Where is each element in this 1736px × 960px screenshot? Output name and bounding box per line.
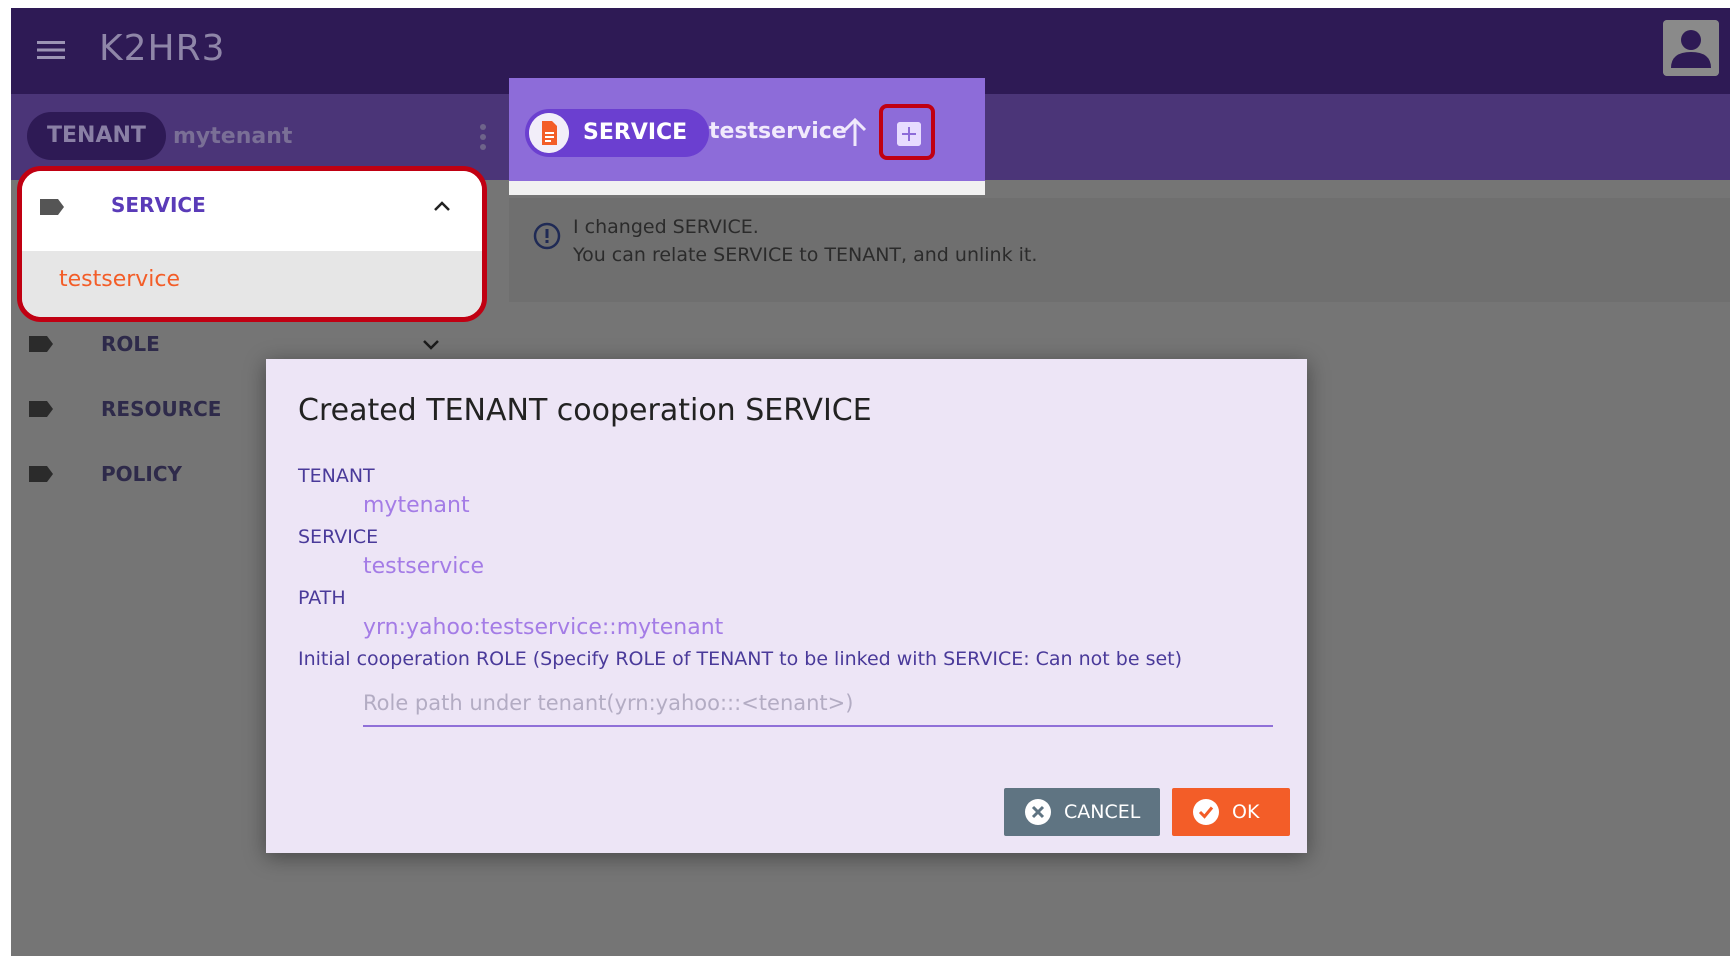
ok-button-label: OK xyxy=(1232,801,1260,823)
path-label: PATH xyxy=(298,587,346,609)
service-chip[interactable]: SERVICE xyxy=(525,109,710,157)
add-box-icon xyxy=(897,122,921,146)
cancel-button-label: CANCEL xyxy=(1064,801,1141,823)
sidebar-item-label: SERVICE xyxy=(111,193,206,217)
chevron-up-icon[interactable] xyxy=(432,199,452,213)
tenant-chip[interactable]: TENANT xyxy=(27,112,166,160)
info-message-line1: I changed SERVICE. xyxy=(573,216,759,238)
path-value: yrn:yahoo:testservice::mytenant xyxy=(363,615,724,640)
app-title: K2HR3 xyxy=(99,28,226,69)
service-name: testservice xyxy=(709,119,847,144)
info-icon xyxy=(533,222,561,250)
service-toolbar: SERVICE testservice xyxy=(509,78,985,181)
tenant-label: TENANT xyxy=(298,465,375,487)
tenant-value: mytenant xyxy=(363,493,470,518)
chevron-down-icon[interactable] xyxy=(421,338,441,352)
account-icon[interactable] xyxy=(1663,20,1719,76)
cancel-icon xyxy=(1025,799,1051,825)
sidebar-item-label: POLICY xyxy=(101,462,183,486)
sidebar-item-label: ROLE xyxy=(101,332,160,356)
sidebar-service-group: SERVICE testservice xyxy=(17,166,487,322)
service-chip-label: SERVICE xyxy=(583,120,688,145)
create-cooperation-dialog: Created TENANT cooperation SERVICE TENAN… xyxy=(266,359,1307,853)
sidebar-item-label: RESOURCE xyxy=(101,397,222,421)
info-message-panel: I changed SERVICE. You can relate SERVIC… xyxy=(509,198,1730,302)
role-label: Initial cooperation ROLE (Specify ROLE o… xyxy=(298,648,1183,670)
add-service-button[interactable] xyxy=(879,104,935,160)
cancel-button[interactable]: CANCEL xyxy=(1004,788,1160,836)
label-icon xyxy=(40,199,64,215)
menu-icon[interactable] xyxy=(35,34,67,66)
arrow-up-icon[interactable] xyxy=(839,116,871,150)
service-toolbar-bottom xyxy=(509,181,985,195)
service-label: SERVICE xyxy=(298,526,379,548)
role-path-input[interactable] xyxy=(363,681,1273,727)
document-icon xyxy=(529,113,569,153)
dialog-title: Created TENANT cooperation SERVICE xyxy=(298,393,872,428)
label-icon xyxy=(29,401,53,417)
sidebar-subitem-label: testservice xyxy=(59,267,181,292)
sidebar-subitem-testservice[interactable]: testservice xyxy=(22,251,482,317)
label-icon xyxy=(29,336,53,352)
ok-button[interactable]: OK xyxy=(1172,788,1290,836)
label-icon xyxy=(29,466,53,482)
more-vert-icon[interactable] xyxy=(477,122,489,152)
tenant-name: mytenant xyxy=(173,124,293,149)
service-value: testservice xyxy=(363,554,485,579)
check-circle-icon xyxy=(1193,799,1219,825)
sidebar-item-service[interactable]: SERVICE xyxy=(22,171,482,251)
info-message-line2: You can relate SERVICE to TENANT, and un… xyxy=(573,244,1038,266)
